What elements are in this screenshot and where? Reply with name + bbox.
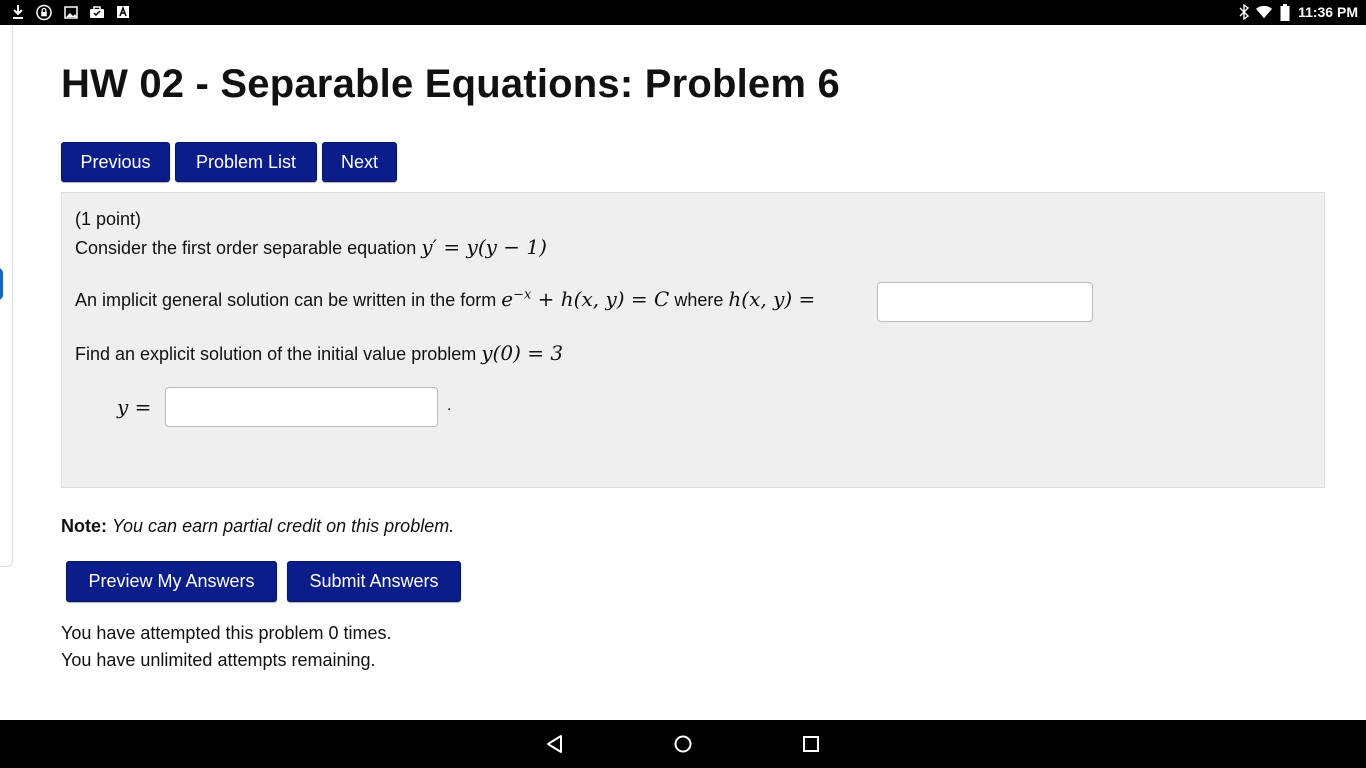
bluetooth-icon — [1236, 4, 1252, 20]
image-icon — [63, 4, 79, 20]
problem-statement-line: Consider the first order separable equat… — [75, 235, 547, 259]
problem-points: (1 point) — [75, 209, 142, 229]
implicit-math-rest: + h(x, y) = C — [531, 287, 670, 311]
note-label: Note: — [61, 516, 107, 536]
side-drawer-edge — [0, 25, 13, 243]
download-icon — [10, 4, 26, 20]
note-text: You can earn partial credit on this prob… — [112, 516, 455, 536]
ivp-line: Find an explicit solution of the initial… — [75, 341, 563, 365]
status-bar: 11:36 PM — [0, 0, 1366, 25]
recents-icon[interactable] — [801, 734, 821, 759]
home-icon[interactable] — [673, 734, 693, 759]
system-nav-bar — [0, 720, 1366, 768]
briefcase-icon — [89, 4, 105, 20]
implicit-text: An implicit general solution can be writ… — [75, 290, 497, 310]
problem-body: (1 point) Consider the first order separ… — [61, 192, 1325, 488]
attempts-remaining-text: You have unlimited attempts remaining. — [61, 650, 376, 670]
page-title: HW 02 - Separable Equations: Problem 6 — [61, 62, 840, 106]
y-answer-input[interactable] — [165, 387, 438, 427]
h-answer-input[interactable] — [877, 282, 1093, 322]
exp-power: −x — [513, 287, 532, 303]
partial-credit-note: Note: You can earn partial credit on thi… — [61, 516, 454, 537]
y-answer-period: . — [447, 397, 452, 414]
attempts-count-text: You have attempted this problem 0 times. — [61, 623, 392, 643]
status-time: 11:36 PM — [1298, 4, 1358, 20]
text-a-icon — [115, 4, 131, 20]
equation-math: y′ = y(y − 1) — [421, 235, 547, 259]
ivp-math: y(0) = 3 — [481, 341, 564, 365]
statement-text: Consider the first order separable equat… — [75, 238, 417, 258]
h-function-math: h(x, y) = — [728, 287, 816, 311]
problem-list-button[interactable]: Problem List — [175, 142, 317, 182]
submit-answers-button[interactable]: Submit Answers — [287, 561, 461, 602]
preview-answers-button[interactable]: Preview My Answers — [66, 561, 277, 602]
back-icon[interactable] — [545, 734, 565, 759]
side-drawer-handle[interactable] — [0, 268, 3, 300]
implicit-math-exp-base: e−x + h(x, y) = C — [501, 287, 669, 311]
where-text: where — [674, 290, 724, 310]
next-button[interactable]: Next — [322, 142, 397, 182]
wifi-icon — [1256, 4, 1272, 20]
previous-button[interactable]: Previous — [61, 142, 170, 182]
implicit-solution-line: An implicit general solution can be writ… — [75, 287, 815, 311]
vpn-lock-icon — [36, 4, 52, 20]
exp-base: e — [501, 287, 514, 311]
y-answer-label: y = — [117, 395, 152, 419]
ivp-text: Find an explicit solution of the initial… — [75, 344, 477, 364]
battery-icon — [1277, 3, 1293, 21]
